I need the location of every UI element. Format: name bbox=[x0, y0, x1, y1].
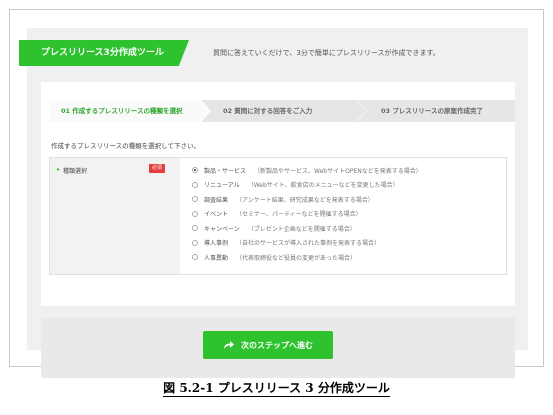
option-case-study[interactable]: 導入事例 （自社のサービスが導入された事例を発表する場合） bbox=[192, 236, 502, 251]
tool-title-tag: プレスリリース3分作成ツール bbox=[19, 40, 189, 66]
option-event[interactable]: イベント （セミナー、パーティーなどを開催する場合） bbox=[192, 207, 502, 222]
option-personnel-change[interactable]: 人事異動 （代表取締役など役員の変更があった場合） bbox=[192, 250, 502, 265]
option-description: （代表取締役など役員の変更があった場合） bbox=[236, 254, 357, 262]
step-2: 02 質問に対する回答をご入力 bbox=[201, 100, 366, 122]
option-renewal[interactable]: リニューアル （Webサイト、飲食店のメニューなどを変更した場合） bbox=[192, 178, 502, 193]
step-1: 01 作成するプレスリリースの種類を選択 bbox=[49, 100, 209, 122]
option-description: （自社のサービスが導入された事例を発表する場合） bbox=[236, 240, 381, 248]
radio-button[interactable] bbox=[192, 196, 198, 203]
radio-button[interactable] bbox=[192, 210, 198, 217]
required-badge: 必須 bbox=[149, 164, 165, 173]
tool-header: プレスリリース3分作成ツール 質問に答えていくだけで、3分で簡単にプレスリリース… bbox=[19, 40, 528, 66]
option-name: 人事異動 bbox=[204, 254, 229, 262]
instruction-text: 作成するプレスリリースの種類を選択して下さい。 bbox=[51, 142, 200, 150]
option-survey-results[interactable]: 調査結果 （アンケート結果、研究成果などを発表する場合） bbox=[192, 192, 502, 207]
next-step-label: 次のステップへ進む bbox=[241, 340, 313, 350]
type-radio-group: 製品・サービス （新製品やサービス、WebサイトOPENなどを発表する場合） リ… bbox=[192, 163, 502, 265]
field-label-column: ▸ 種類選択 必須 bbox=[50, 158, 180, 274]
figure-caption: 図 5.2-1 プレスリリース 3 分作成ツール bbox=[0, 379, 553, 397]
option-product-service[interactable]: 製品・サービス （新製品やサービス、WebサイトOPENなどを発表する場合） bbox=[192, 163, 502, 178]
form-panel: 01 作成するプレスリリースの種類を選択 02 質問に対する回答をご入力 03 … bbox=[41, 82, 515, 306]
option-name: リニューアル bbox=[204, 182, 240, 190]
tool-description: 質問に答えていくだけで、3分で簡単にプレスリリースが作成できます。 bbox=[213, 49, 440, 57]
option-description: （Webサイト、飲食店のメニューなどを変更した場合） bbox=[247, 182, 399, 190]
action-bar: 次のステップへ進む bbox=[41, 318, 515, 378]
share-arrow-icon bbox=[224, 341, 234, 349]
next-step-button[interactable]: 次のステップへ進む bbox=[203, 331, 333, 359]
option-description: （セミナー、パーティーなどを開催する場合） bbox=[236, 211, 362, 219]
radio-button[interactable] bbox=[192, 167, 198, 174]
radio-button[interactable] bbox=[192, 254, 198, 261]
radio-button[interactable] bbox=[192, 225, 198, 232]
option-description: （新製品やサービス、WebサイトOPENなどを発表する場合） bbox=[254, 167, 422, 175]
step-3: 03 プレスリリースの原案作成完了 bbox=[357, 100, 515, 122]
option-name: キャンペーン bbox=[204, 225, 240, 233]
figure-caption-text: 図 5.2-1 プレスリリース 3 分作成ツール bbox=[163, 381, 390, 397]
step-indicator: 01 作成するプレスリリースの種類を選択 02 質問に対する回答をご入力 03 … bbox=[49, 100, 523, 122]
option-description: （アンケート結果、研究成果などを発表する場合） bbox=[236, 196, 374, 204]
option-description: （プレゼント企画などを開催する場合） bbox=[247, 225, 356, 233]
bullet-arrow-icon: ▸ bbox=[57, 166, 61, 173]
radio-button[interactable] bbox=[192, 181, 198, 188]
tool-container: プレスリリース3分作成ツール 質問に答えていくだけで、3分で簡単にプレスリリース… bbox=[19, 28, 528, 378]
option-campaign[interactable]: キャンペーン （プレゼント企画などを開催する場合） bbox=[192, 221, 502, 236]
option-name: イベント bbox=[204, 211, 229, 219]
option-name: 調査結果 bbox=[204, 196, 229, 204]
type-select-form: ▸ 種類選択 必須 製品・サービス （新製品やサービス、WebサイトOPENなど… bbox=[49, 157, 507, 275]
option-name: 製品・サービス bbox=[204, 167, 247, 175]
radio-button[interactable] bbox=[192, 239, 198, 246]
screenshot-frame: プレスリリース3分作成ツール 質問に答えていくだけで、3分で簡単にプレスリリース… bbox=[9, 9, 544, 378]
field-label: 種類選択 bbox=[63, 168, 88, 175]
option-name: 導入事例 bbox=[204, 240, 229, 248]
